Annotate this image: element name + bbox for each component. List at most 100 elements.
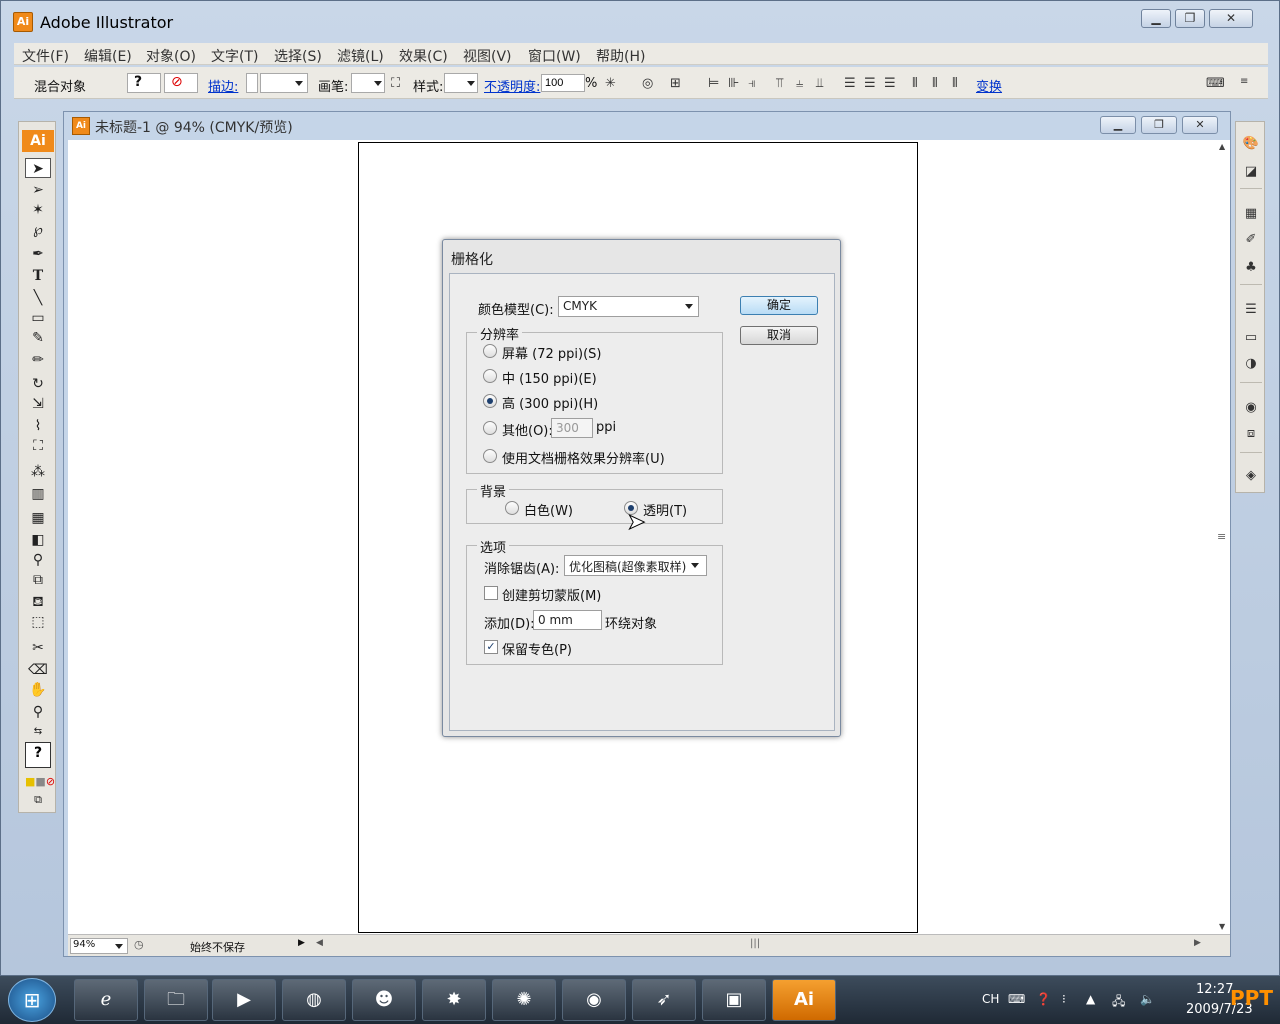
slice-tool-icon[interactable]: ✂ (25, 638, 51, 658)
brush-options-icon[interactable]: ⛶ (391, 76, 400, 91)
scroll-left-icon[interactable]: ◀ (316, 938, 323, 948)
paintbrush-tool-icon[interactable]: ✎ (25, 328, 51, 348)
rotate-tool-icon[interactable]: ↻ (25, 374, 51, 394)
clipping-mask-checkbox[interactable] (484, 586, 498, 600)
resolution-medium-radio[interactable] (483, 369, 497, 383)
volume-icon[interactable]: 🔈 (1140, 992, 1155, 1006)
browser-globe-icon[interactable]: ◍ (282, 979, 346, 1021)
opacity-link[interactable]: 不透明度: (484, 76, 540, 95)
distribute-top-icon[interactable]: ☰ (844, 76, 856, 91)
live-paint-bucket-tool-icon[interactable]: ⛾ (25, 592, 51, 612)
resolution-other-input[interactable]: 300 (551, 418, 593, 438)
mesh-tool-icon[interactable]: ▦ (25, 508, 51, 528)
status-history-icon[interactable]: ◷ (134, 938, 144, 951)
opacity-input[interactable] (541, 74, 585, 92)
zoom-tool-icon[interactable]: ⚲ (25, 702, 51, 722)
hscroll-thumb[interactable]: ||| (750, 938, 760, 949)
status-menu-arrow-icon[interactable]: ▶ (298, 938, 305, 948)
menu-edit[interactable]: 编辑(E) (84, 46, 132, 66)
menu-window[interactable]: 窗口(W) (528, 46, 581, 66)
menu-select[interactable]: 选择(S) (274, 46, 322, 66)
antialias-select[interactable]: 优化图稿(超像素取样) (564, 555, 707, 576)
menu-type[interactable]: 文字(T) (211, 46, 258, 66)
graphic-styles-panel-icon[interactable]: ⧈ (1240, 424, 1262, 444)
doc-maximize-button[interactable]: ❐ (1141, 116, 1177, 134)
align-to-icon[interactable]: ⊞ (670, 76, 681, 91)
media-player-icon[interactable]: ▶ (212, 979, 276, 1021)
close-button[interactable]: ✕ (1209, 9, 1253, 28)
screen-mode-icon[interactable]: ⧉ (25, 790, 51, 810)
rectangle-tool-icon[interactable]: ▭ (25, 308, 51, 328)
swap-colors-icon[interactable]: ⇆ (25, 722, 51, 742)
color-guide-icon[interactable]: ◪ (1240, 162, 1262, 182)
free-transform-tool-icon[interactable]: ⛶ (25, 436, 51, 456)
align-middle-icon[interactable]: ⫨ (796, 76, 803, 91)
eraser-tool-icon[interactable]: ⌫ (25, 660, 51, 680)
file-explorer-icon[interactable]: 🗀 (144, 979, 208, 1021)
stroke-panel-icon[interactable]: ☰ (1240, 300, 1262, 320)
distribute-middle-icon[interactable]: ☰ (864, 76, 876, 91)
illustrator-taskbar-button[interactable]: Ai (772, 979, 836, 1021)
background-white-radio[interactable] (505, 501, 519, 515)
layers-panel-icon[interactable]: ◈ (1240, 466, 1262, 486)
direct-selection-tool-icon[interactable]: ➢ (25, 180, 51, 200)
wing-app-icon[interactable]: ➶ (632, 979, 696, 1021)
style-dropdown[interactable] (444, 73, 478, 93)
resolution-other-radio[interactable] (483, 421, 497, 435)
isolate-icon[interactable]: ◎ (642, 76, 653, 91)
help-icon[interactable]: ❓ (1036, 992, 1051, 1006)
menu-file[interactable]: 文件(F) (22, 46, 69, 66)
tray-settings-icon[interactable]: ⁝ (1062, 992, 1066, 1006)
add-around-input[interactable]: 0 mm (533, 610, 602, 630)
download-manager-icon[interactable]: ✸ (422, 979, 486, 1021)
zoom-dropdown[interactable]: 94% (70, 938, 128, 954)
doc-minimize-button[interactable]: ▁ (1100, 116, 1136, 134)
appearance-panel-icon[interactable]: ◉ (1240, 398, 1262, 418)
distribute-bottom-icon[interactable]: ☰ (884, 76, 896, 91)
minimize-button[interactable]: ▁ (1141, 9, 1171, 28)
scroll-right-icon[interactable]: ▶ (1194, 938, 1201, 948)
internet-explorer-icon[interactable]: ℯ (74, 979, 138, 1021)
ok-button[interactable]: 确定 (740, 296, 818, 315)
stroke-swatch[interactable]: ⊘ (164, 73, 198, 93)
qq-messenger-icon[interactable]: ☻ (352, 979, 416, 1021)
eyedropper-tool-icon[interactable]: ⚲ (25, 550, 51, 570)
stroke-link[interactable]: 描边: (208, 76, 238, 95)
selection-tool-icon[interactable]: ➤ (25, 158, 51, 178)
flash-app-icon[interactable]: ✺ (492, 979, 556, 1021)
blend-tool-icon[interactable]: ⧉ (25, 570, 51, 590)
hand-tool-icon[interactable]: ✋ (25, 680, 51, 700)
fill-swatch[interactable]: ? (127, 73, 161, 93)
color-model-select[interactable]: CMYK (558, 296, 699, 317)
graph-tool-icon[interactable]: ▥ (25, 484, 51, 504)
magic-wand-tool-icon[interactable]: ✶ (25, 200, 51, 220)
fill-stroke-indicator[interactable]: ? (25, 742, 51, 768)
transparency-panel-icon[interactable]: ◑ (1240, 354, 1262, 374)
cancel-button[interactable]: 取消 (740, 326, 818, 345)
align-center-icon[interactable]: ⊪ (728, 76, 739, 91)
panel-menu-icon[interactable]: ≡ (1240, 76, 1248, 90)
gradient-tool-icon[interactable]: ◧ (25, 530, 51, 550)
type-tool-icon[interactable]: T (25, 266, 51, 286)
live-paint-selection-tool-icon[interactable]: ⬚ (25, 612, 51, 632)
keyboard-icon[interactable]: ⌨ (1008, 992, 1025, 1006)
resolution-screen-radio[interactable] (483, 344, 497, 358)
resolution-high-radio[interactable] (483, 394, 497, 408)
menu-filter[interactable]: 滤镜(L) (337, 46, 384, 66)
align-right-icon[interactable]: ⫣ (748, 76, 756, 91)
stroke-weight-dropdown[interactable] (260, 73, 308, 93)
distribute-left-icon[interactable]: ⦀ (912, 76, 918, 91)
doc-close-button[interactable]: ✕ (1182, 116, 1218, 134)
bridge-icon[interactable]: ⌨ (1206, 76, 1225, 91)
distribute-center-icon[interactable]: ⦀ (932, 76, 938, 91)
network-icon[interactable]: 🖧 (1112, 992, 1125, 1013)
recolor-icon[interactable]: ✳ (605, 76, 616, 91)
pen-tool-icon[interactable]: ✒ (25, 244, 51, 264)
scale-tool-icon[interactable]: ⇲ (25, 394, 51, 414)
align-top-icon[interactable]: ⫪ (776, 76, 783, 91)
maximize-button[interactable]: ❐ (1175, 9, 1205, 28)
brush-dropdown[interactable] (351, 73, 385, 93)
line-tool-icon[interactable]: ╲ (25, 288, 51, 308)
menu-object[interactable]: 对象(O) (146, 46, 196, 66)
preserve-spot-checkbox[interactable]: ✓ (484, 640, 498, 654)
